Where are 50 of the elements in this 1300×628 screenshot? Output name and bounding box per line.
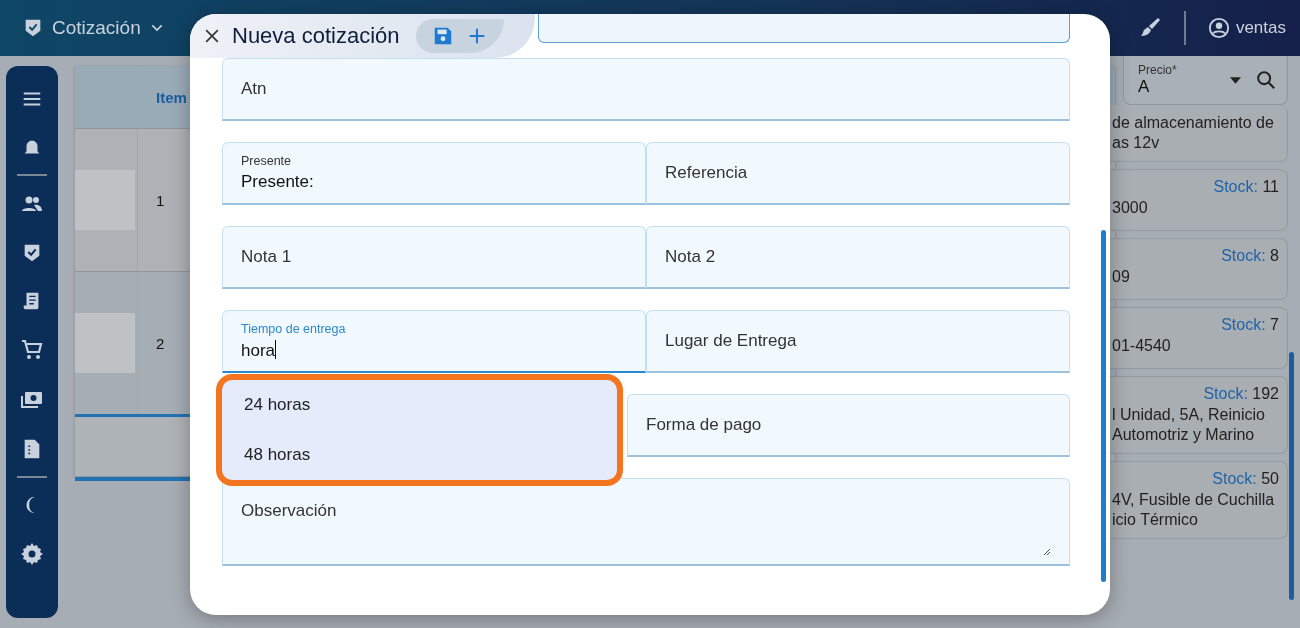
field-label: Tiempo de entrega bbox=[241, 321, 347, 336]
product-card[interactable]: Stock: 192 l Unidad, 5A, Reinicio Automotriz y Marino bbox=[1110, 376, 1288, 454]
input-field[interactable]: Nota 2 bbox=[646, 226, 1070, 289]
product-description: 09 bbox=[1112, 267, 1131, 287]
dropdown-caret-icon bbox=[1230, 76, 1241, 84]
product-description: de almacenamiento de bbox=[1112, 113, 1275, 133]
field-label: Presente bbox=[241, 154, 293, 168]
column-header: Item bbox=[155, 87, 187, 108]
user-icon bbox=[1207, 17, 1230, 39]
product-card[interactable]: Stock: 11 3000 bbox=[1110, 169, 1288, 231]
cart-icon[interactable] bbox=[20, 338, 44, 362]
settings-icon[interactable] bbox=[20, 542, 44, 566]
product-card[interactable]: de almacenamiento de as 12v bbox=[1110, 105, 1288, 162]
suggestion-option[interactable]: 48 horas bbox=[244, 445, 617, 465]
input-field[interactable]: Forma de pago bbox=[627, 394, 1070, 457]
stock-count: Stock: 11 bbox=[1212, 178, 1279, 196]
product-description: as 12v bbox=[1112, 133, 1161, 153]
suggestion-option[interactable]: 24 horas bbox=[244, 395, 617, 415]
photo-placeholder bbox=[75, 313, 135, 373]
product-description: icio Térmico bbox=[1112, 510, 1199, 530]
price-select[interactable]: Precio* A bbox=[1123, 56, 1288, 105]
product-description: Automotriz y Marino bbox=[1112, 425, 1256, 445]
module-menu[interactable]: Cotización bbox=[22, 17, 165, 39]
product-card[interactable]: Stock: 7 01-4540 bbox=[1110, 307, 1288, 369]
product-card[interactable]: Stock: 8 09 bbox=[1110, 238, 1288, 300]
search-icon[interactable] bbox=[1255, 69, 1277, 91]
product-description: 4V, Fusible de Cuchilla bbox=[1112, 490, 1276, 510]
product-card[interactable]: Stock: 50 4V, Fusible de Cuchilla icio Térmico bbox=[1110, 461, 1288, 539]
input-field[interactable]: Referencia bbox=[646, 142, 1070, 205]
product-description: l Unidad, 5A, Reinicio bbox=[1112, 405, 1266, 425]
product-description: 01-4540 bbox=[1112, 336, 1172, 356]
table-cell-text: 1 bbox=[155, 190, 165, 211]
input-field[interactable]: Atn bbox=[222, 58, 1070, 121]
table-cell-text: 2 bbox=[155, 333, 165, 354]
input-field[interactable]: Tiempo de entrega hora bbox=[222, 310, 646, 373]
scrollbar[interactable] bbox=[1101, 230, 1106, 582]
input-field[interactable]: Nota 1 bbox=[222, 226, 646, 289]
user-menu[interactable]: ventas bbox=[1207, 17, 1286, 39]
stock-count: Stock: 192 bbox=[1202, 385, 1279, 403]
product-description: 3000 bbox=[1112, 198, 1149, 218]
resize-handle-icon[interactable] bbox=[1041, 546, 1051, 556]
stock-count: Stock: 50 bbox=[1211, 470, 1279, 488]
textarea-field[interactable]: Observación bbox=[222, 478, 1070, 566]
input-field[interactable]: Lugar de Entrega bbox=[646, 310, 1070, 373]
photo-placeholder bbox=[75, 170, 135, 230]
stock-count: Stock: 7 bbox=[1220, 316, 1279, 334]
stock-count: Stock: 8 bbox=[1220, 247, 1279, 265]
dialog-title: Nueva cotización bbox=[232, 23, 400, 49]
input-field[interactable] bbox=[538, 14, 1070, 43]
input-field[interactable]: Presente Presente: bbox=[222, 142, 646, 205]
